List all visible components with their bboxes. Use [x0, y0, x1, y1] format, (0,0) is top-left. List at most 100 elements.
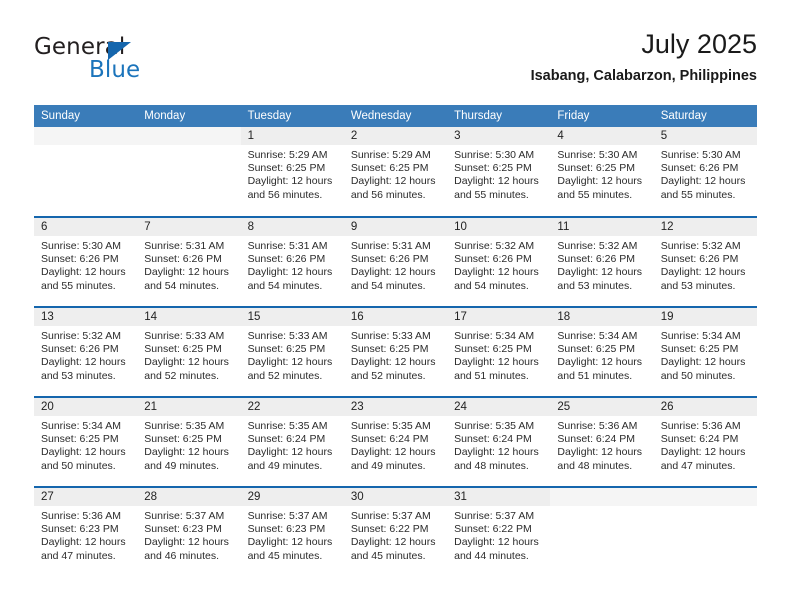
sunset-text: Sunset: 6:23 PM — [247, 523, 326, 536]
weekday-header-monday: Monday — [137, 105, 241, 127]
day-number: 14 — [137, 308, 241, 326]
calendar-day-cell[interactable]: 14 Sunrise: 5:33 AM Sunset: 6:25 PM Dayligh… — [137, 306, 241, 397]
sunset-text: Sunset: 6:26 PM — [247, 253, 326, 266]
sunrise-text: Sunrise: 5:33 AM — [144, 330, 225, 342]
day-sun-info: Sunrise: 5:29 AM Sunset: 6:25 PM Daylight:… — [344, 145, 447, 202]
sunrise-text: Sunrise: 5:29 AM — [350, 149, 431, 161]
sunset-text: Sunset: 6:23 PM — [144, 523, 222, 536]
day-sun-info: Sunrise: 5:32 AM Sunset: 6:26 PM Daylight:… — [654, 236, 757, 293]
day-number: 20 — [34, 398, 138, 416]
sunrise-text: Sunrise: 5:30 AM — [660, 149, 741, 161]
brand-name-blue: Blue — [89, 57, 141, 83]
sunrise-text: Sunrise: 5:36 AM — [660, 420, 741, 432]
sunset-text: Sunset: 6:25 PM — [350, 162, 429, 175]
calendar-day-cell[interactable]: 30 Sunrise: 5:37 AM Sunset: 6:22 PM Dayligh… — [343, 486, 448, 577]
day-sun-info: Sunrise: 5:30 AM Sunset: 6:25 PM Daylight:… — [550, 145, 653, 202]
sunrise-text: Sunrise: 5:29 AM — [247, 149, 328, 161]
weekday-header-saturday: Saturday — [653, 105, 757, 127]
calendar-day-cell[interactable]: 20 Sunrise: 5:34 AM Sunset: 6:25 PM Dayligh… — [34, 396, 138, 487]
day-number — [653, 488, 757, 506]
sunset-text: Sunset: 6:26 PM — [350, 253, 429, 266]
day-sun-info: Sunrise: 5:37 AM Sunset: 6:22 PM Daylight:… — [344, 506, 447, 563]
sunrise-text: Sunrise: 5:35 AM — [350, 420, 431, 432]
calendar-day-cell[interactable]: 26 Sunrise: 5:36 AM Sunset: 6:24 PM Dayligh… — [653, 396, 757, 487]
daylight-text: Daylight: 12 hours and 53 minutes. — [660, 266, 746, 292]
sunset-text: Sunset: 6:26 PM — [557, 253, 636, 266]
daylight-text: Daylight: 12 hours and 54 minutes. — [144, 266, 229, 292]
calendar-day-cell[interactable]: 2 Sunrise: 5:29 AM Sunset: 6:25 PM Daylight… — [343, 127, 448, 217]
sunset-text: Sunset: 6:25 PM — [144, 343, 222, 356]
calendar-day-cell[interactable]: 21 Sunrise: 5:35 AM Sunset: 6:25 PM Dayligh… — [137, 396, 241, 487]
location-subtitle: Isabang, Calabarzon, Philippines — [530, 68, 757, 84]
calendar-day-cell[interactable]: 27 Sunrise: 5:36 AM Sunset: 6:23 PM Dayligh… — [34, 486, 138, 577]
day-number: 15 — [240, 308, 344, 326]
daylight-text: Daylight: 12 hours and 55 minutes. — [41, 266, 126, 292]
sunset-text: Sunset: 6:26 PM — [454, 253, 532, 266]
sunset-text: Sunset: 6:25 PM — [247, 343, 326, 356]
daylight-text: Daylight: 12 hours and 54 minutes. — [350, 266, 436, 292]
daylight-text: Daylight: 12 hours and 55 minutes. — [660, 175, 746, 201]
day-number: 2 — [343, 127, 448, 145]
brand-logo[interactable]: General Blue — [34, 34, 214, 90]
calendar-day-cell[interactable]: 6 Sunrise: 5:30 AM Sunset: 6:26 PM Daylight… — [34, 216, 138, 307]
day-sun-info: Sunrise: 5:30 AM Sunset: 6:26 PM Daylight:… — [654, 145, 757, 202]
calendar-day-cell[interactable]: 18 Sunrise: 5:34 AM Sunset: 6:25 PM Dayligh… — [550, 306, 654, 397]
daylight-text: Daylight: 12 hours and 51 minutes. — [557, 356, 643, 382]
calendar-week-row: 13 Sunrise: 5:32 AM Sunset: 6:26 PM Dayligh… — [34, 306, 757, 397]
calendar-day-cell[interactable]: 3 Sunrise: 5:30 AM Sunset: 6:25 PM Daylight… — [447, 127, 551, 217]
daylight-text: Daylight: 12 hours and 52 minutes. — [144, 356, 229, 382]
day-sun-info: Sunrise: 5:31 AM Sunset: 6:26 PM Daylight:… — [241, 236, 344, 293]
day-sun-info: Sunrise: 5:35 AM Sunset: 6:25 PM Daylight:… — [137, 416, 240, 473]
daylight-text: Daylight: 12 hours and 50 minutes. — [660, 356, 746, 382]
calendar-empty-cell — [550, 486, 654, 577]
sunrise-text: Sunrise: 5:37 AM — [144, 510, 225, 522]
calendar-day-cell[interactable]: 4 Sunrise: 5:30 AM Sunset: 6:25 PM Daylight… — [550, 127, 654, 217]
day-sun-info: Sunrise: 5:34 AM Sunset: 6:25 PM Daylight:… — [447, 326, 550, 383]
day-number: 31 — [447, 488, 551, 506]
calendar-day-cell[interactable]: 17 Sunrise: 5:34 AM Sunset: 6:25 PM Dayligh… — [447, 306, 551, 397]
sunrise-text: Sunrise: 5:32 AM — [454, 240, 535, 252]
calendar-day-cell[interactable]: 28 Sunrise: 5:37 AM Sunset: 6:23 PM Dayligh… — [137, 486, 241, 577]
weekday-header-tuesday: Tuesday — [240, 105, 344, 127]
calendar-day-cell[interactable]: 10 Sunrise: 5:32 AM Sunset: 6:26 PM Dayligh… — [447, 216, 551, 307]
calendar-day-cell[interactable]: 9 Sunrise: 5:31 AM Sunset: 6:26 PM Daylight… — [343, 216, 448, 307]
daylight-text: Daylight: 12 hours and 46 minutes. — [144, 536, 229, 562]
calendar-week-row: 27 Sunrise: 5:36 AM Sunset: 6:23 PM Dayligh… — [34, 486, 757, 577]
calendar-day-cell[interactable]: 15 Sunrise: 5:33 AM Sunset: 6:25 PM Dayligh… — [240, 306, 344, 397]
day-sun-info: Sunrise: 5:37 AM Sunset: 6:23 PM Daylight:… — [137, 506, 240, 563]
sunrise-text: Sunrise: 5:35 AM — [454, 420, 535, 432]
calendar-day-cell[interactable]: 11 Sunrise: 5:32 AM Sunset: 6:26 PM Dayligh… — [550, 216, 654, 307]
calendar-day-cell[interactable]: 31 Sunrise: 5:37 AM Sunset: 6:22 PM Dayligh… — [447, 486, 551, 577]
calendar-day-cell[interactable]: 25 Sunrise: 5:36 AM Sunset: 6:24 PM Dayligh… — [550, 396, 654, 487]
day-number: 1 — [240, 127, 344, 145]
calendar-day-cell[interactable]: 5 Sunrise: 5:30 AM Sunset: 6:26 PM Daylight… — [653, 127, 757, 217]
calendar-day-cell[interactable]: 16 Sunrise: 5:33 AM Sunset: 6:25 PM Dayligh… — [343, 306, 448, 397]
sunrise-text: Sunrise: 5:35 AM — [247, 420, 328, 432]
sunset-text: Sunset: 6:25 PM — [144, 433, 222, 446]
day-sun-info: Sunrise: 5:36 AM Sunset: 6:24 PM Daylight:… — [550, 416, 653, 473]
day-number: 16 — [343, 308, 448, 326]
weekday-header-row: Sunday Monday Tuesday Wednesday Thursday… — [34, 105, 757, 127]
daylight-text: Daylight: 12 hours and 49 minutes. — [144, 446, 229, 472]
sunrise-text: Sunrise: 5:30 AM — [41, 240, 121, 252]
calendar-day-cell[interactable]: 12 Sunrise: 5:32 AM Sunset: 6:26 PM Dayligh… — [653, 216, 757, 307]
sunset-text: Sunset: 6:24 PM — [557, 433, 636, 446]
calendar-day-cell[interactable]: 7 Sunrise: 5:31 AM Sunset: 6:26 PM Daylight… — [137, 216, 241, 307]
calendar-day-cell[interactable]: 1 Sunrise: 5:29 AM Sunset: 6:25 PM Daylight… — [240, 127, 344, 217]
day-number: 25 — [550, 398, 654, 416]
calendar-day-cell[interactable]: 19 Sunrise: 5:34 AM Sunset: 6:25 PM Dayligh… — [653, 306, 757, 397]
calendar-day-cell[interactable]: 23 Sunrise: 5:35 AM Sunset: 6:24 PM Dayligh… — [343, 396, 448, 487]
day-number: 5 — [653, 127, 757, 145]
day-number — [550, 488, 654, 506]
calendar-day-cell[interactable]: 8 Sunrise: 5:31 AM Sunset: 6:26 PM Daylight… — [240, 216, 344, 307]
sunset-text: Sunset: 6:25 PM — [557, 343, 636, 356]
calendar-day-cell[interactable]: 29 Sunrise: 5:37 AM Sunset: 6:23 PM Dayligh… — [240, 486, 344, 577]
day-sun-info: Sunrise: 5:35 AM Sunset: 6:24 PM Daylight:… — [447, 416, 550, 473]
day-number: 12 — [653, 218, 757, 236]
calendar-day-cell[interactable]: 22 Sunrise: 5:35 AM Sunset: 6:24 PM Dayligh… — [240, 396, 344, 487]
day-sun-info: Sunrise: 5:37 AM Sunset: 6:22 PM Daylight:… — [447, 506, 550, 563]
calendar-day-cell[interactable]: 13 Sunrise: 5:32 AM Sunset: 6:26 PM Dayligh… — [34, 306, 138, 397]
sunset-text: Sunset: 6:25 PM — [41, 433, 119, 446]
calendar-day-cell[interactable]: 24 Sunrise: 5:35 AM Sunset: 6:24 PM Dayligh… — [447, 396, 551, 487]
sunrise-text: Sunrise: 5:31 AM — [247, 240, 328, 252]
